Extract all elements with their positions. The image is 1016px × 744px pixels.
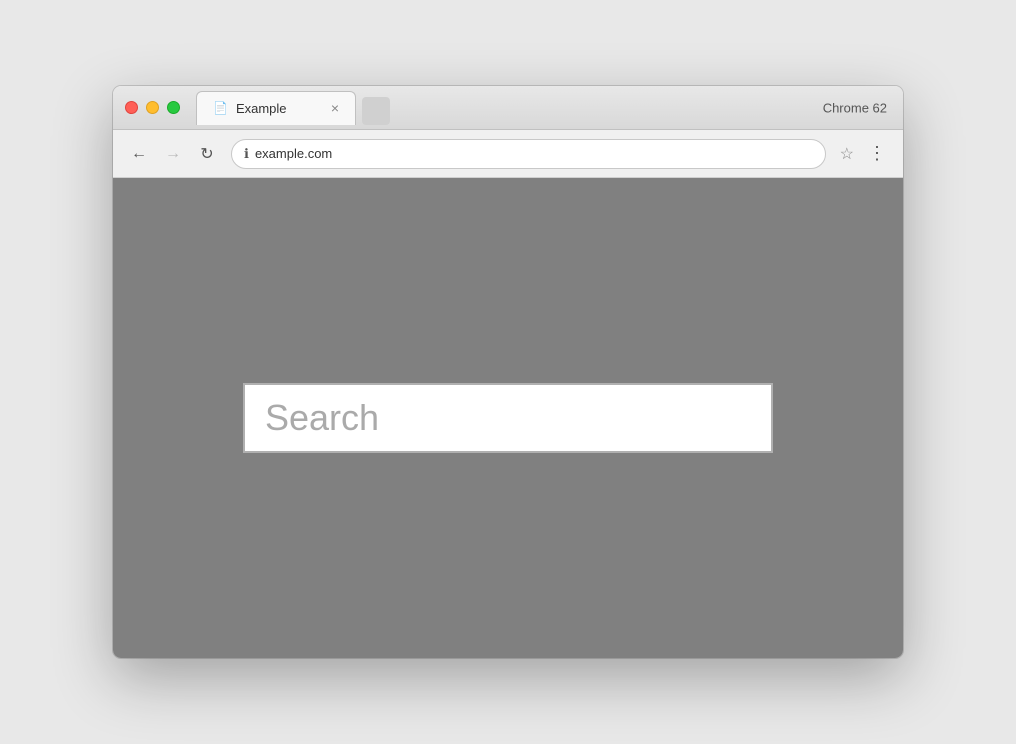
bookmark-button[interactable]: ☆ [836,144,858,164]
browser-tab[interactable]: 📄 Example × [196,91,356,125]
reload-icon: ↻ [200,144,213,164]
tab-title: Example [236,101,323,116]
close-button[interactable] [125,101,138,114]
title-bar: 📄 Example × Chrome 62 [113,86,903,130]
tab-bar: 📄 Example × [196,91,891,125]
menu-button[interactable]: ⋮ [864,143,891,164]
address-bar[interactable]: ℹ example.com [231,139,826,169]
window-controls [125,101,180,114]
navigation-bar: ← → ↻ ℹ example.com ☆ ⋮ [113,130,903,178]
search-input-container [243,383,773,453]
forward-icon: → [165,145,181,163]
forward-button[interactable]: → [159,140,187,168]
page-content [113,178,903,658]
browser-window: 📄 Example × Chrome 62 ← → ↻ ℹ example.co… [113,86,903,658]
tab-close-button[interactable]: × [331,101,339,115]
back-button[interactable]: ← [125,140,153,168]
search-input[interactable] [243,383,773,453]
chrome-version-label: Chrome 62 [823,100,887,115]
back-icon: ← [131,145,147,163]
reload-button[interactable]: ↻ [193,140,221,168]
security-icon: ℹ [244,146,249,162]
new-tab-button[interactable] [362,97,390,125]
minimize-button[interactable] [146,101,159,114]
tab-page-icon: 📄 [213,101,228,115]
maximize-button[interactable] [167,101,180,114]
url-display: example.com [255,146,813,161]
